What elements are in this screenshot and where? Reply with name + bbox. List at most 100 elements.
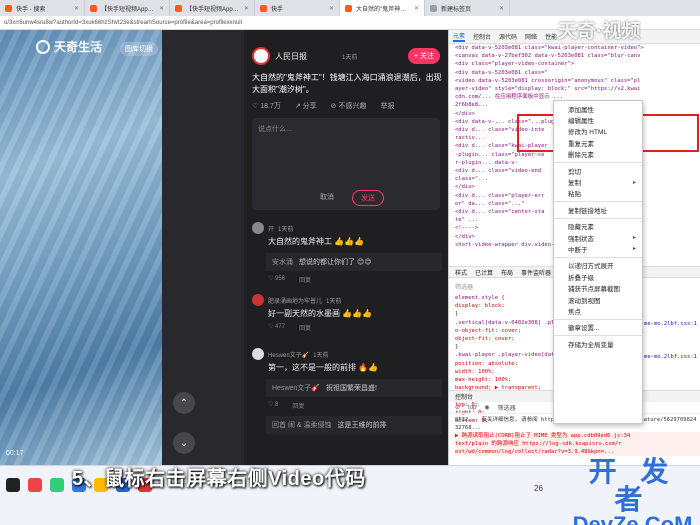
devtools-tab[interactable]: 网络 [525,32,537,41]
dom-node-line[interactable]: ayer-video" style="display: block;" src=… [455,85,700,93]
close-icon[interactable]: ✕ [414,5,419,12]
reply-user[interactable]: 安水涌 [272,257,293,267]
context-menu-item[interactable]: 徽章设置... [554,322,642,333]
stats-row: ♡ 18.7万 ↗ 分享 ⊘ 不感兴趣 举报 [252,101,442,111]
share-button[interactable]: ↗ 分享 [295,101,317,111]
context-menu-item[interactable]: 隐藏元素 [554,221,642,232]
reply-button[interactable]: 回复 [299,323,311,332]
browser-tab[interactable]: 大自然的"鬼斧神工"！钱塘 ✕ [340,0,425,16]
dom-node-line[interactable]: <div data-v-5203e081 class="kwai-player-… [455,44,700,52]
search-icon[interactable] [6,478,20,492]
menu-item-label: 剪切 [568,168,581,176]
devtools-tab[interactable]: 源代码 [499,32,517,41]
context-menu-item[interactable]: 焦点 [554,305,642,316]
watermark-top: 天奇·视频 [558,21,641,42]
console-message: ▶ 跨源读取阻止(CORB)阻止了 MIME 类型为 app.cdb09ed6.… [455,432,700,440]
close-icon[interactable]: ✕ [329,5,334,12]
comment-user[interactable]: Heswen文子🎸 [268,350,309,359]
post-time: 1天前 [342,54,358,61]
browser-tab[interactable]: 快手 - 搜索 ✕ [0,0,85,16]
context-menu-item[interactable]: 删除元素 [554,149,642,160]
browser-tab[interactable]: 快手 ✕ [255,0,340,16]
author-avatar[interactable] [252,47,270,65]
dislike-button[interactable]: ⊘ 不感兴趣 [331,101,367,111]
switch-button[interactable]: 图库切换 [120,42,158,56]
reply-button[interactable]: 回复 [292,401,304,410]
comment-like-button[interactable]: ♡ 956 [268,275,285,284]
reply-button[interactable]: 回复 [299,275,311,284]
avatar[interactable] [252,222,264,234]
context-menu-item[interactable]: 复制链接地址 [554,204,642,215]
tab-favicon-icon [430,4,437,12]
browser-tab[interactable]: 【快手短视频App】快手, ✕ [170,0,255,16]
context-menu-item[interactable]: 修改为 HTML [554,126,642,137]
devtools-tab[interactable]: 性能 [545,32,557,41]
dom-node-line[interactable]: <canvas data-v-27bef302 data-v-5203e081 … [455,52,700,60]
close-icon[interactable]: ✕ [244,5,249,12]
styles-tab[interactable]: 样式 [455,268,467,277]
comment-user[interactable]: 开 [268,224,274,233]
send-button[interactable]: 发送 [352,190,384,206]
context-menu-item[interactable]: 编辑属性 [554,114,642,125]
previous-video-button[interactable]: ⌃ [173,392,195,414]
reply-user[interactable]: 回首 闹 & 温柔侵蚀 [272,420,332,430]
context-menu-item[interactable]: 粘贴 [554,188,642,199]
comment-box[interactable]: 说点什么... 取消 发送 [252,118,440,210]
comment-user[interactable]: 肥录涌画地为牢普儿 [268,296,322,305]
context-menu-item[interactable]: 捕获节点屏幕截图 [554,282,642,293]
close-icon[interactable]: ✕ [159,5,164,12]
dom-node-line[interactable]: <video data-v-5203e081 crossorigin="anon… [455,77,700,85]
logo-text: 天奇生活 [54,40,103,54]
follow-button[interactable]: + 关注 [407,48,440,64]
context-menu-item[interactable]: 复制 ▸ [554,176,642,188]
context-menu-item[interactable]: 剪切 [554,165,642,176]
app-icon[interactable] [50,478,64,492]
comment-like-button[interactable]: ♡ 477 [268,323,285,332]
reply-user[interactable]: Heswen文子🎸 [272,383,320,393]
context-menu-item[interactable]: 以递归方式展开 [554,260,642,271]
styles-tab[interactable]: 事件监听器 [521,268,551,277]
close-icon[interactable]: ✕ [74,5,79,12]
next-video-button[interactable]: ⌄ [173,432,195,454]
comment-input[interactable]: 说点什么... [258,124,292,134]
browser-tab[interactable]: 新建标签页 ✕ [425,0,510,16]
comment-like-button[interactable]: ♡ 8 [268,401,278,410]
context-menu-item[interactable]: 存储为全局变量 [554,338,642,349]
close-icon[interactable]: ✕ [499,5,504,12]
context-menu-item[interactable]: 添加属性 [554,103,642,114]
browser-tab[interactable]: 【快手短视频App】快手, ✕ [85,0,170,16]
styles-filter-input[interactable]: 筛选器 [455,282,473,291]
menu-item-label: 编辑属性 [568,118,594,126]
devtools-tab[interactable]: 控制台 [473,32,491,41]
avatar[interactable] [252,348,264,360]
context-menu-item[interactable]: 重复元素 [554,137,642,148]
menu-item-label: 中断于 [568,246,588,254]
stylesheet-link[interactable]: me-mo.2lbf.css:1 [644,353,697,361]
url-text[interactable]: o/3xrr6unw4sru8w?authorId=3xuk66hzShvt23… [4,20,242,26]
devtools-tab[interactable]: 元素 [453,31,466,42]
avatar[interactable] [252,294,264,306]
video-time: 00:17 [6,450,24,457]
dom-node-line[interactable]: <div data-v-5203e081 class=" [455,69,700,77]
reply-item: Heswen文子🎸 祝祖国繁荣昌盛! [266,379,442,397]
context-select[interactable]: top [468,405,476,411]
app-icon[interactable] [28,478,42,492]
context-menu-item[interactable]: 折叠子级 [554,271,642,282]
video-player[interactable]: 天奇生活 图库切换 00:17 [0,30,162,465]
stylesheet-link[interactable]: me-mo.2lbf.css:1 [644,320,697,328]
tab-label: 快手 - 搜索 [16,6,46,13]
menu-item-label: 折叠子级 [568,274,594,282]
report-button[interactable]: 举报 [380,101,394,111]
styles-tab[interactable]: 已计算 [475,268,493,277]
like-button[interactable]: ♡ 18.7万 [252,101,281,111]
cancel-button[interactable]: 取消 [320,192,334,202]
context-menu-item[interactable]: 中断于 ▸ [554,243,642,254]
context-menu-item[interactable]: 滚动到视图 [554,294,642,305]
eye-icon[interactable]: ◉ [484,404,489,411]
console-filter-input[interactable]: 筛选器 [498,403,516,412]
author-name[interactable]: 人民日报 [275,51,307,62]
dom-node-line[interactable]: <div class="player-video-container"> [455,60,700,68]
context-menu-item[interactable]: 强制状态 ▸ [554,232,642,243]
clear-console-icon[interactable]: ⊘ [455,404,460,411]
styles-tab[interactable]: 布局 [501,268,513,277]
